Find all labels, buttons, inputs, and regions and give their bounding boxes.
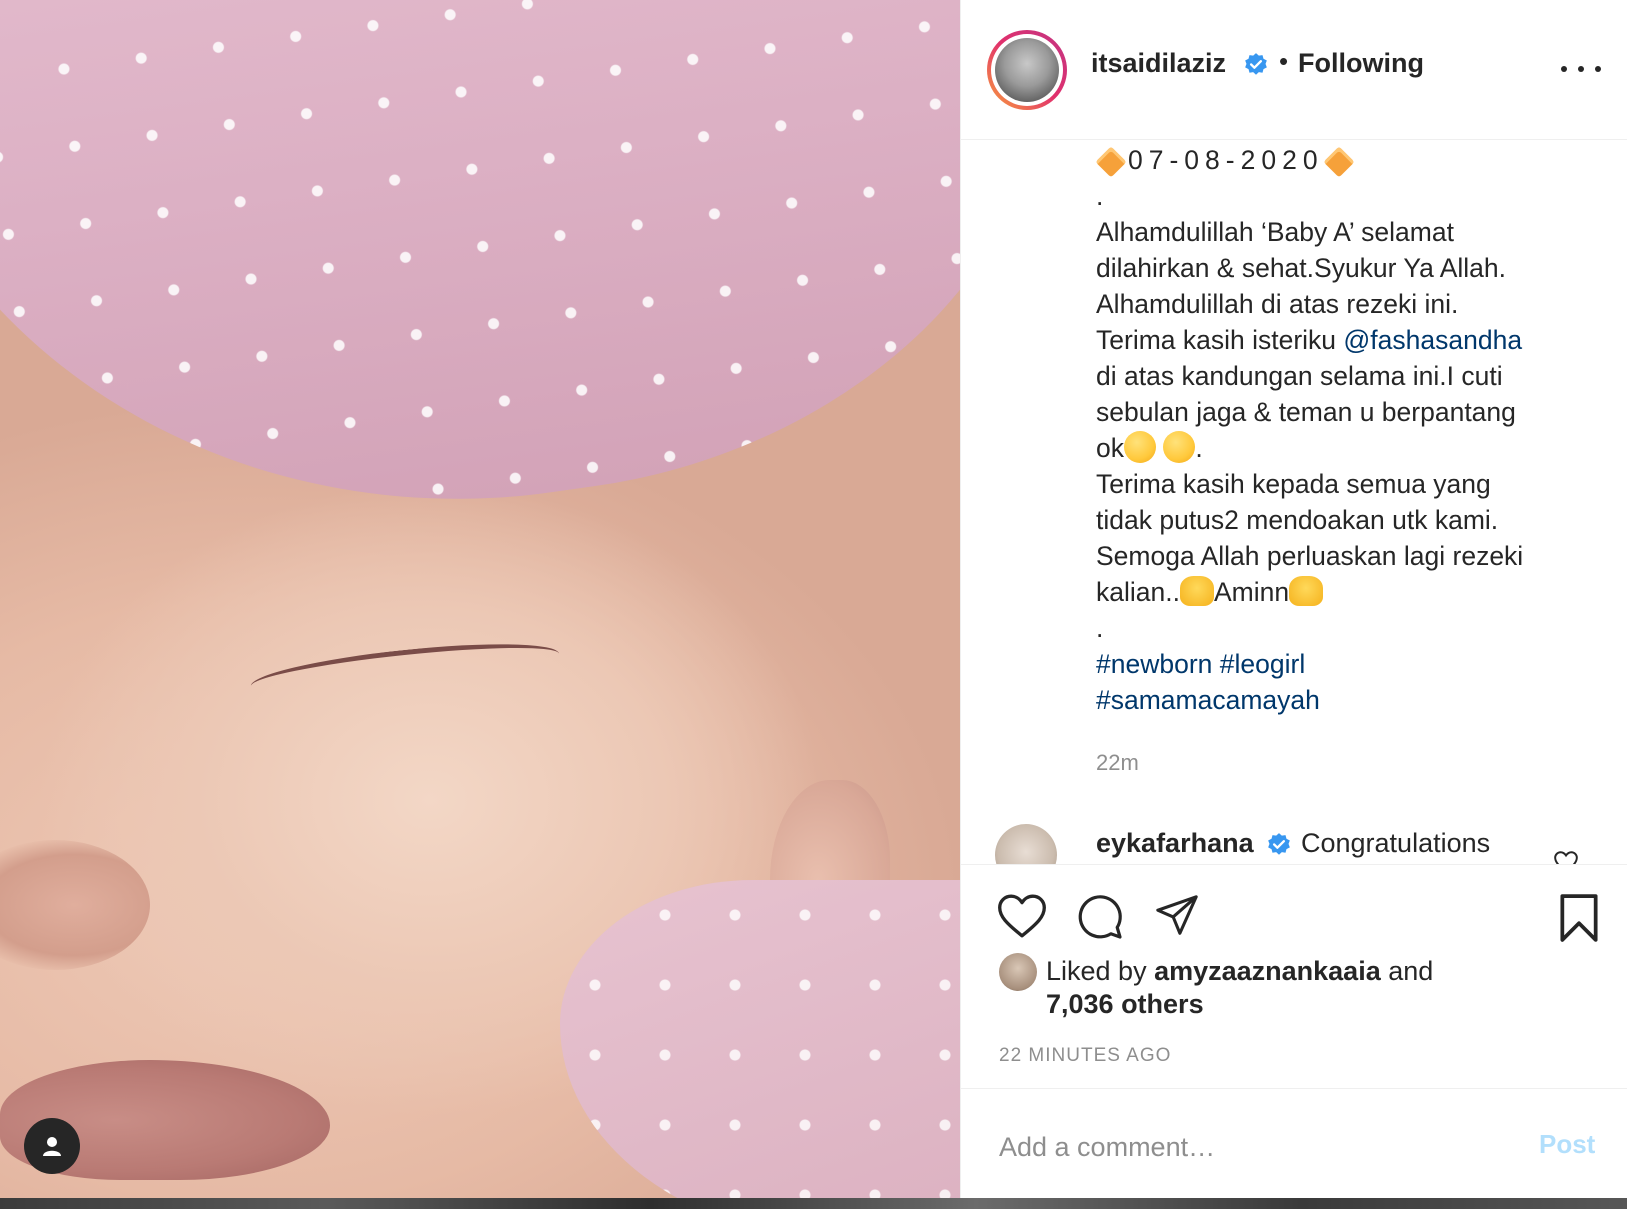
caption-line: Terima kasih kepada semua yang	[1096, 469, 1491, 499]
caption-timestamp[interactable]: 22m	[1096, 750, 1139, 776]
verified-badge-icon	[1245, 53, 1267, 75]
verified-badge-icon	[1268, 833, 1290, 855]
post-caption: 07-08-2020 . Alhamdulillah ‘Baby A’ sela…	[1095, 142, 1596, 718]
hashtag-link[interactable]: #samamacamayah	[1096, 685, 1320, 715]
header-separator: •	[1279, 46, 1289, 76]
caption-line: tidak putus2 mendoakan utk kami.	[1096, 505, 1499, 535]
post-header: itsaidilaziz • Following	[961, 0, 1627, 140]
commenter-username[interactable]: eykafarhana	[1096, 828, 1254, 859]
author-username[interactable]: itsaidilaziz	[1091, 48, 1226, 79]
kissing-face-emoji-icon	[1163, 431, 1196, 463]
comment-item: eykafarhana Congratulations	[961, 820, 1627, 864]
hashtag-link[interactable]: #leogirl	[1220, 649, 1305, 679]
comment-input[interactable]	[999, 1125, 1499, 1169]
photo-nose	[0, 840, 150, 970]
caption-mention-line: Terima kasih isteriku @fashasandha	[1096, 325, 1523, 355]
tagged-people-button[interactable]	[24, 1118, 80, 1174]
caption-line: di atas kandungan selama ini.I cuti	[1096, 361, 1503, 391]
caption-line: dilahirkan & sehat.Syukur Ya Allah.	[1096, 253, 1507, 283]
following-button[interactable]: Following	[1298, 48, 1424, 79]
user-icon	[43, 1137, 61, 1156]
caption-ok-line: ok .	[1096, 431, 1203, 463]
heart-icon[interactable]	[997, 893, 1047, 939]
raised-hands-emoji-icon	[1179, 576, 1214, 606]
caption-dot: .	[1096, 181, 1104, 211]
caption-hashtags: #newborn #leogirl	[1096, 646, 1596, 682]
photo-blanket	[560, 880, 960, 1198]
liker-avatar[interactable]	[999, 953, 1037, 991]
paper-plane-icon[interactable]	[1153, 893, 1201, 939]
comment-icon[interactable]	[1075, 893, 1125, 941]
mention-link[interactable]: @fashasandha	[1343, 325, 1522, 355]
likes-count-link[interactable]: 7,036 others	[1046, 989, 1204, 1020]
caption-line: Alhamdulillah di atas rezeki ini.	[1096, 289, 1459, 319]
more-options-icon[interactable]	[1561, 56, 1601, 82]
caption-aminn-line: kalian.. Aminn	[1096, 574, 1596, 610]
bookmark-icon[interactable]	[1557, 893, 1601, 943]
author-avatar[interactable]	[987, 30, 1067, 110]
caption-line: sebulan jaga & teman u berpantang	[1096, 397, 1516, 427]
orange-diamond-icon	[1095, 146, 1127, 178]
post-timestamp[interactable]: 22 MINUTES AGO	[999, 1045, 1171, 1067]
caption-dot: .	[1096, 613, 1104, 643]
photo-headband	[0, 0, 960, 579]
post-comment-button[interactable]: Post	[1539, 1129, 1595, 1160]
caption-hashtags: #samamacamayah	[1096, 682, 1596, 718]
commenter-avatar[interactable]	[995, 824, 1057, 864]
photo-eye	[248, 633, 562, 707]
comment-text: Congratulations	[1301, 828, 1491, 858]
caption-line: Alhamdulillah ‘Baby A’ selamat	[1096, 217, 1454, 247]
post-photo[interactable]	[0, 0, 960, 1198]
caption-date-line: 07-08-2020	[1095, 142, 1596, 178]
liked-by-text: Liked by amyzaaznankaaia and	[1046, 956, 1434, 986]
feed-strip	[0, 1198, 1627, 1209]
raised-hands-emoji-icon	[1289, 576, 1324, 606]
post-actions: Liked by amyzaaznankaaia and 7,036 other…	[961, 864, 1627, 1088]
comment-like-heart-icon[interactable]	[1553, 850, 1579, 864]
liker-username[interactable]: amyzaaznankaaia	[1154, 956, 1381, 986]
hashtag-link[interactable]: #newborn	[1096, 649, 1212, 679]
orange-diamond-icon	[1323, 146, 1355, 178]
add-comment-section: Post	[961, 1088, 1627, 1198]
hugging-face-emoji-icon	[1124, 431, 1156, 463]
post-side-panel: itsaidilaziz • Following 07-08-2020 . Al…	[960, 0, 1627, 1198]
caption-line: Semoga Allah perluaskan lagi rezeki	[1096, 541, 1524, 571]
